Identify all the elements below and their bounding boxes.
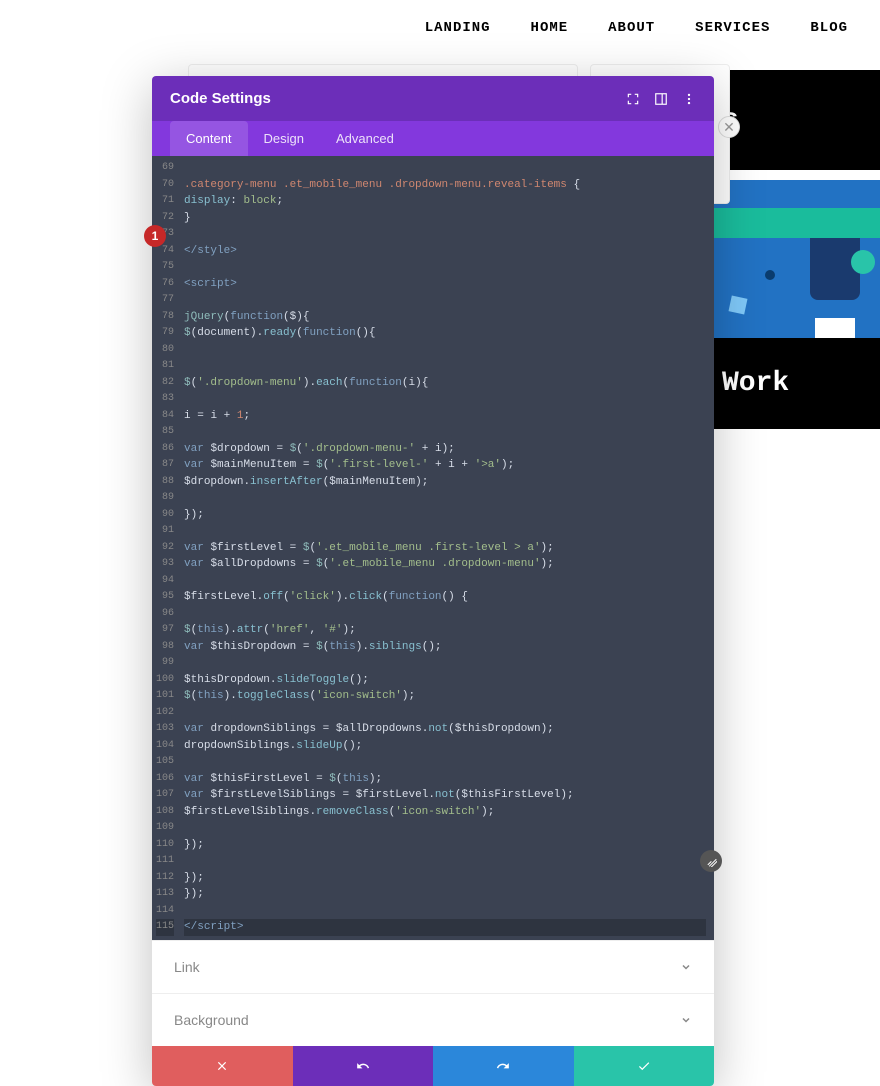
nav-landing[interactable]: LANDING [425,20,491,36]
illustration-ball [851,250,875,274]
top-navigation: LANDING HOME ABOUT SERVICES BLOG [425,20,848,36]
bg-illustration [710,180,880,338]
sidebar-icon[interactable] [654,92,668,106]
nav-home[interactable]: HOME [531,20,569,36]
cancel-button[interactable] [152,1046,293,1086]
undo-button[interactable] [293,1046,434,1086]
accordion-link-label: Link [174,959,200,975]
modal-header[interactable]: Code Settings [152,76,714,121]
tab-content[interactable]: Content [170,121,248,156]
code-editor[interactable]: 6970717273747576777879808182838485868788… [152,156,714,940]
bg-teal-strip [714,208,880,238]
code-body[interactable]: .category-menu .et_mobile_menu .dropdown… [180,156,714,940]
close-icon [215,1059,229,1073]
accordion-link[interactable]: Link [152,940,714,993]
bg-heading-bottom: Work [710,338,880,429]
redo-icon [496,1059,510,1073]
close-icon[interactable]: ✕ [718,116,740,138]
illustration-stand [815,318,855,338]
settings-accordion: Link Background [152,940,714,1046]
check-icon [637,1059,651,1073]
code-gutter: 6970717273747576777879808182838485868788… [152,156,180,940]
tab-design[interactable]: Design [248,121,320,156]
annotation-marker-1: 1 [144,225,166,247]
modal-header-actions [626,92,696,106]
illustration-dot [765,270,775,280]
expand-icon[interactable] [626,92,640,106]
nav-blog[interactable]: BLOG [810,20,848,36]
accordion-background-label: Background [174,1012,249,1028]
resize-handle[interactable] [700,850,722,872]
nav-services[interactable]: SERVICES [695,20,770,36]
accordion-background[interactable]: Background [152,993,714,1046]
tab-advanced[interactable]: Advanced [320,121,410,156]
undo-icon [356,1059,370,1073]
chevron-down-icon [680,961,692,973]
modal-title: Code Settings [170,90,271,107]
save-button[interactable] [574,1046,715,1086]
modal-tabs: Content Design Advanced [152,121,714,156]
nav-about[interactable]: ABOUT [608,20,655,36]
illustration-box [729,296,748,315]
chevron-down-icon [680,1014,692,1026]
redo-button[interactable] [433,1046,574,1086]
more-icon[interactable] [682,92,696,106]
code-settings-modal: Code Settings Content Design Advanced 69… [152,76,714,1086]
modal-footer [152,1046,714,1086]
